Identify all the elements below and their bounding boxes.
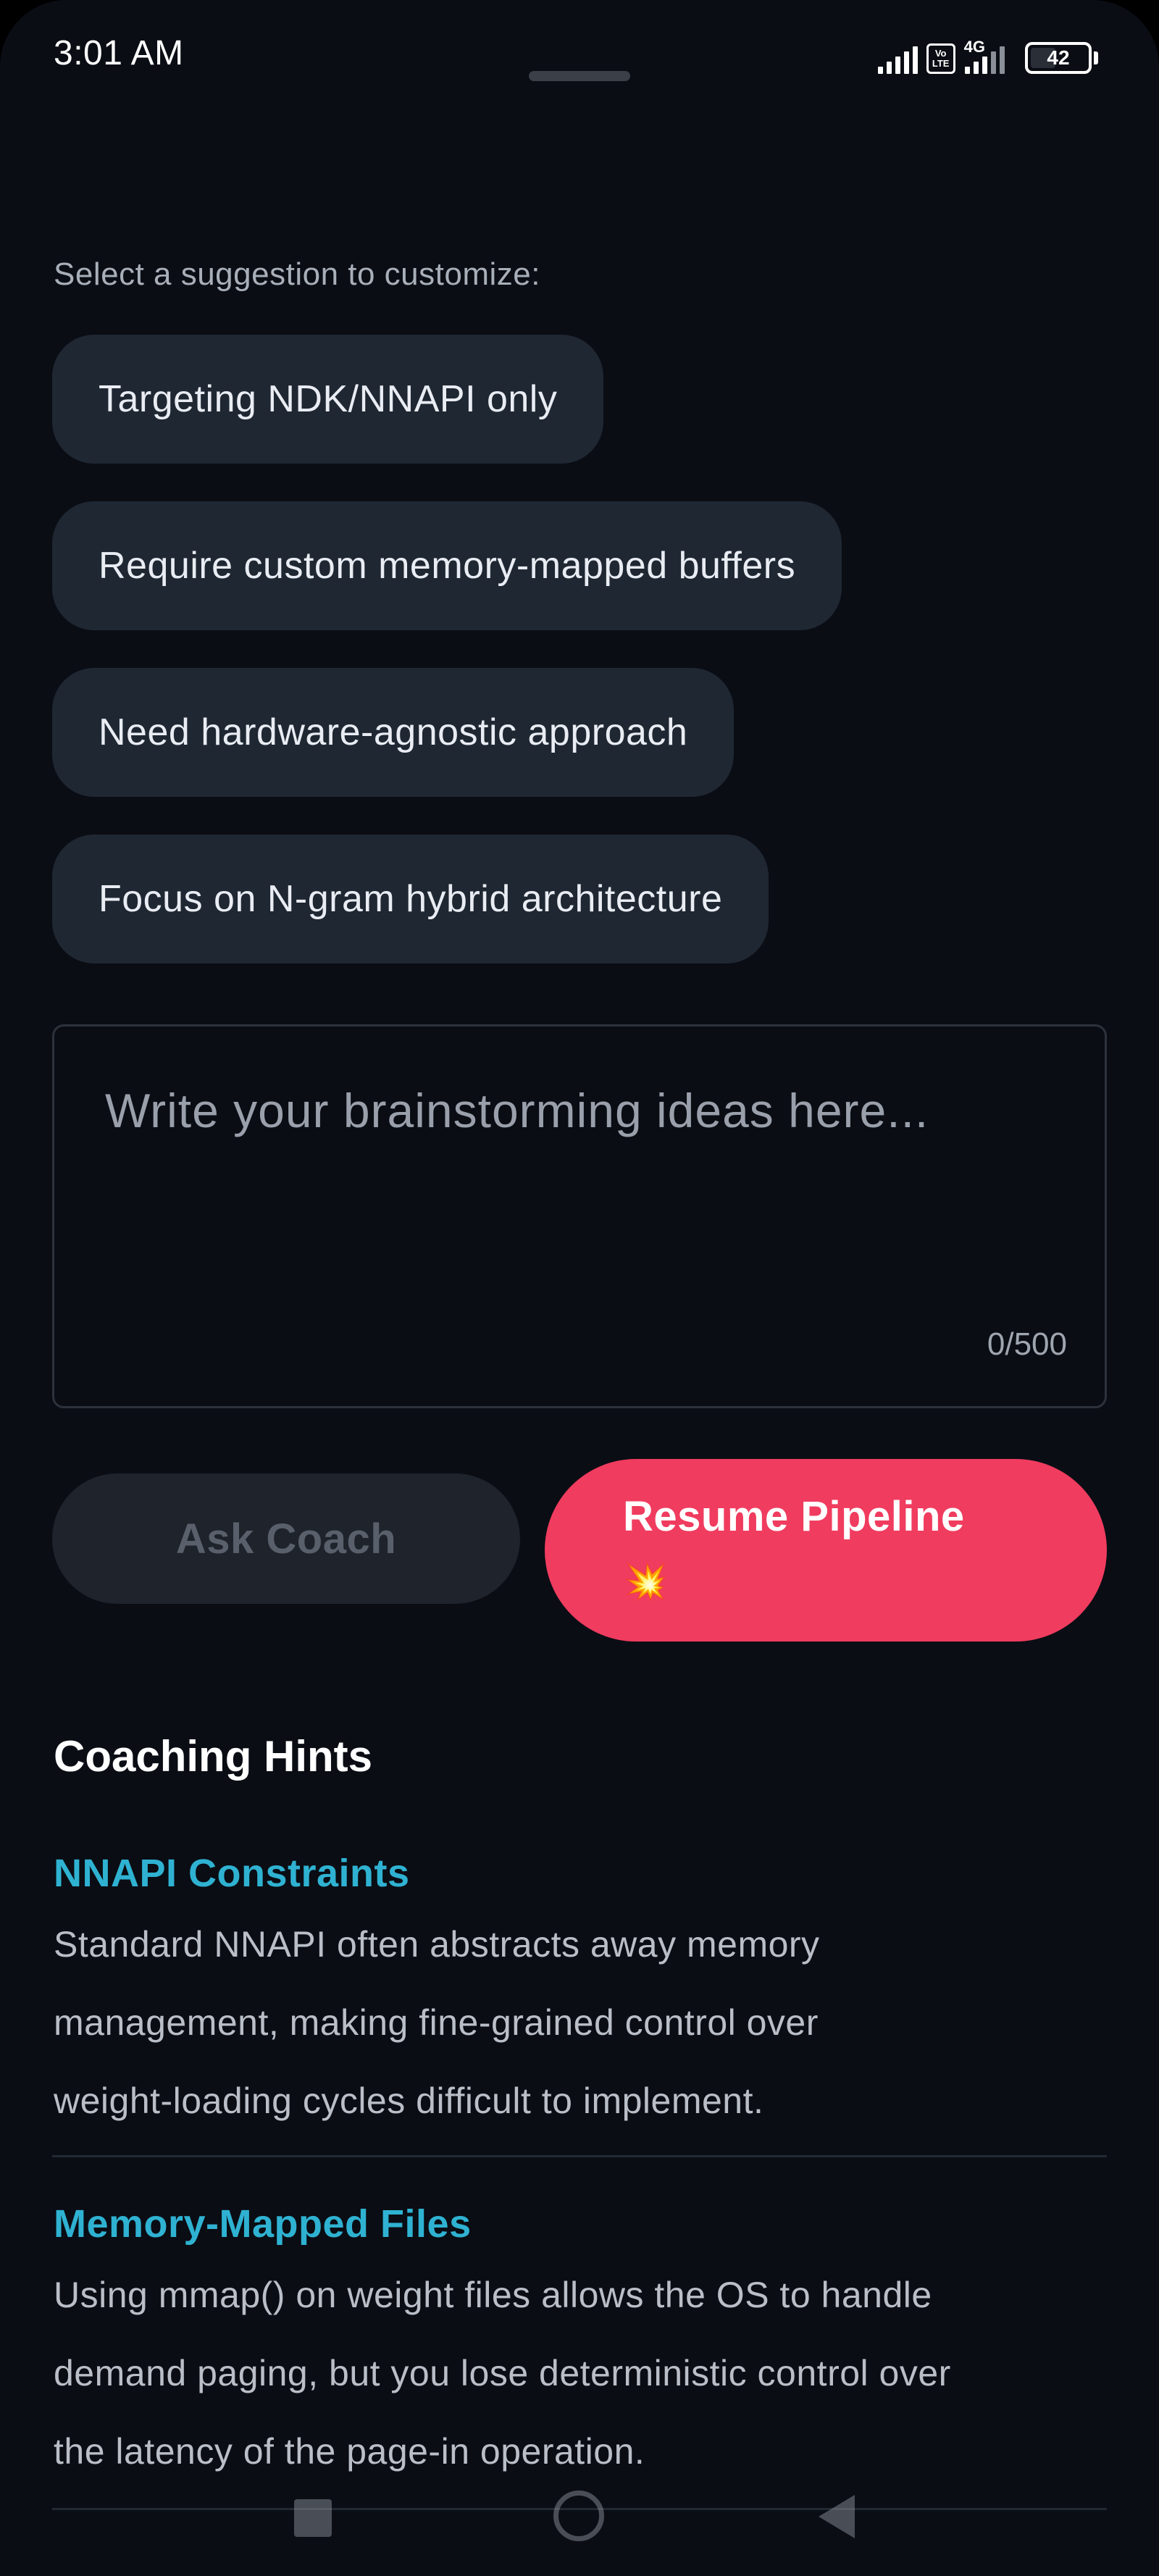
hint-body-line: Standard NNAPI often abstracts away memo… bbox=[54, 1924, 820, 1965]
back-icon[interactable] bbox=[819, 2495, 855, 2538]
hint-title: Memory-Mapped Files bbox=[54, 2202, 472, 2246]
drag-handle[interactable] bbox=[529, 71, 630, 81]
suggestion-chips: Targeting NDK/NNAPI only Require custom … bbox=[52, 335, 1110, 1001]
hint-divider bbox=[52, 2155, 1107, 2157]
char-counter: 0/500 bbox=[987, 1326, 1067, 1362]
hint-body-line: the latency of the page-in operation. bbox=[54, 2431, 645, 2472]
status-bar: 3:01 AM Vo LTE 4G 42 bbox=[0, 0, 1159, 109]
status-icons: Vo LTE 4G 42 bbox=[877, 38, 1098, 74]
hint-body-line: demand paging, but you lose deterministi… bbox=[54, 2353, 951, 2393]
home-icon[interactable] bbox=[553, 2491, 604, 2541]
hint-title: NNAPI Constraints bbox=[54, 1852, 410, 1895]
ideas-textarea[interactable] bbox=[105, 1083, 1047, 1300]
collision-emoji-icon: 💥 bbox=[623, 1561, 669, 1602]
resume-pipeline-label: Resume Pipeline bbox=[623, 1493, 965, 1540]
suggestions-label: Select a suggestion to customize: bbox=[54, 256, 540, 292]
hint-body: Standard NNAPI often abstracts away memo… bbox=[54, 1905, 1108, 2140]
resume-pipeline-button[interactable]: Resume Pipeline 💥 bbox=[545, 1459, 1107, 1642]
signal-icon bbox=[877, 45, 918, 74]
battery-level: 42 bbox=[1047, 46, 1070, 69]
recents-icon[interactable] bbox=[294, 2499, 332, 2537]
hint-body: Using mmap() on weight files allows the … bbox=[54, 2256, 1108, 2491]
battery-icon: 42 bbox=[1025, 42, 1098, 74]
hint-card: NNAPI Constraints Standard NNAPI often a… bbox=[54, 1846, 1108, 2140]
volte-icon: Vo LTE bbox=[926, 43, 955, 74]
suggestion-chip[interactable]: Require custom memory-mapped buffers bbox=[52, 501, 842, 630]
ideas-textarea-container[interactable]: 0/500 bbox=[52, 1024, 1107, 1408]
volte-top-text: Vo bbox=[934, 48, 947, 59]
suggestion-chip[interactable]: Need hardware-agnostic approach bbox=[52, 668, 735, 797]
coaching-hints-title: Coaching Hints bbox=[54, 1732, 373, 1781]
volte-bottom-text: LTE bbox=[932, 58, 950, 69]
hint-body-line: management, making fine-grained control … bbox=[54, 2002, 819, 2043]
hint-body-line: Using mmap() on weight files allows the … bbox=[54, 2275, 932, 2315]
hint-body-line: weight-loading cycles difficult to imple… bbox=[54, 2081, 764, 2121]
status-time: 3:01 AM bbox=[54, 34, 184, 72]
ask-coach-button[interactable]: Ask Coach bbox=[52, 1473, 520, 1604]
app-screen: 3:01 AM Vo LTE 4G 42 Select a suggestion… bbox=[0, 0, 1159, 2576]
suggestion-chip[interactable]: Targeting NDK/NNAPI only bbox=[52, 335, 604, 464]
hint-card: Memory-Mapped Files Using mmap() on weig… bbox=[54, 2196, 1108, 2491]
suggestion-chip[interactable]: Focus on N-gram hybrid architecture bbox=[52, 835, 769, 963]
network-type-label: 4G bbox=[963, 38, 985, 56]
